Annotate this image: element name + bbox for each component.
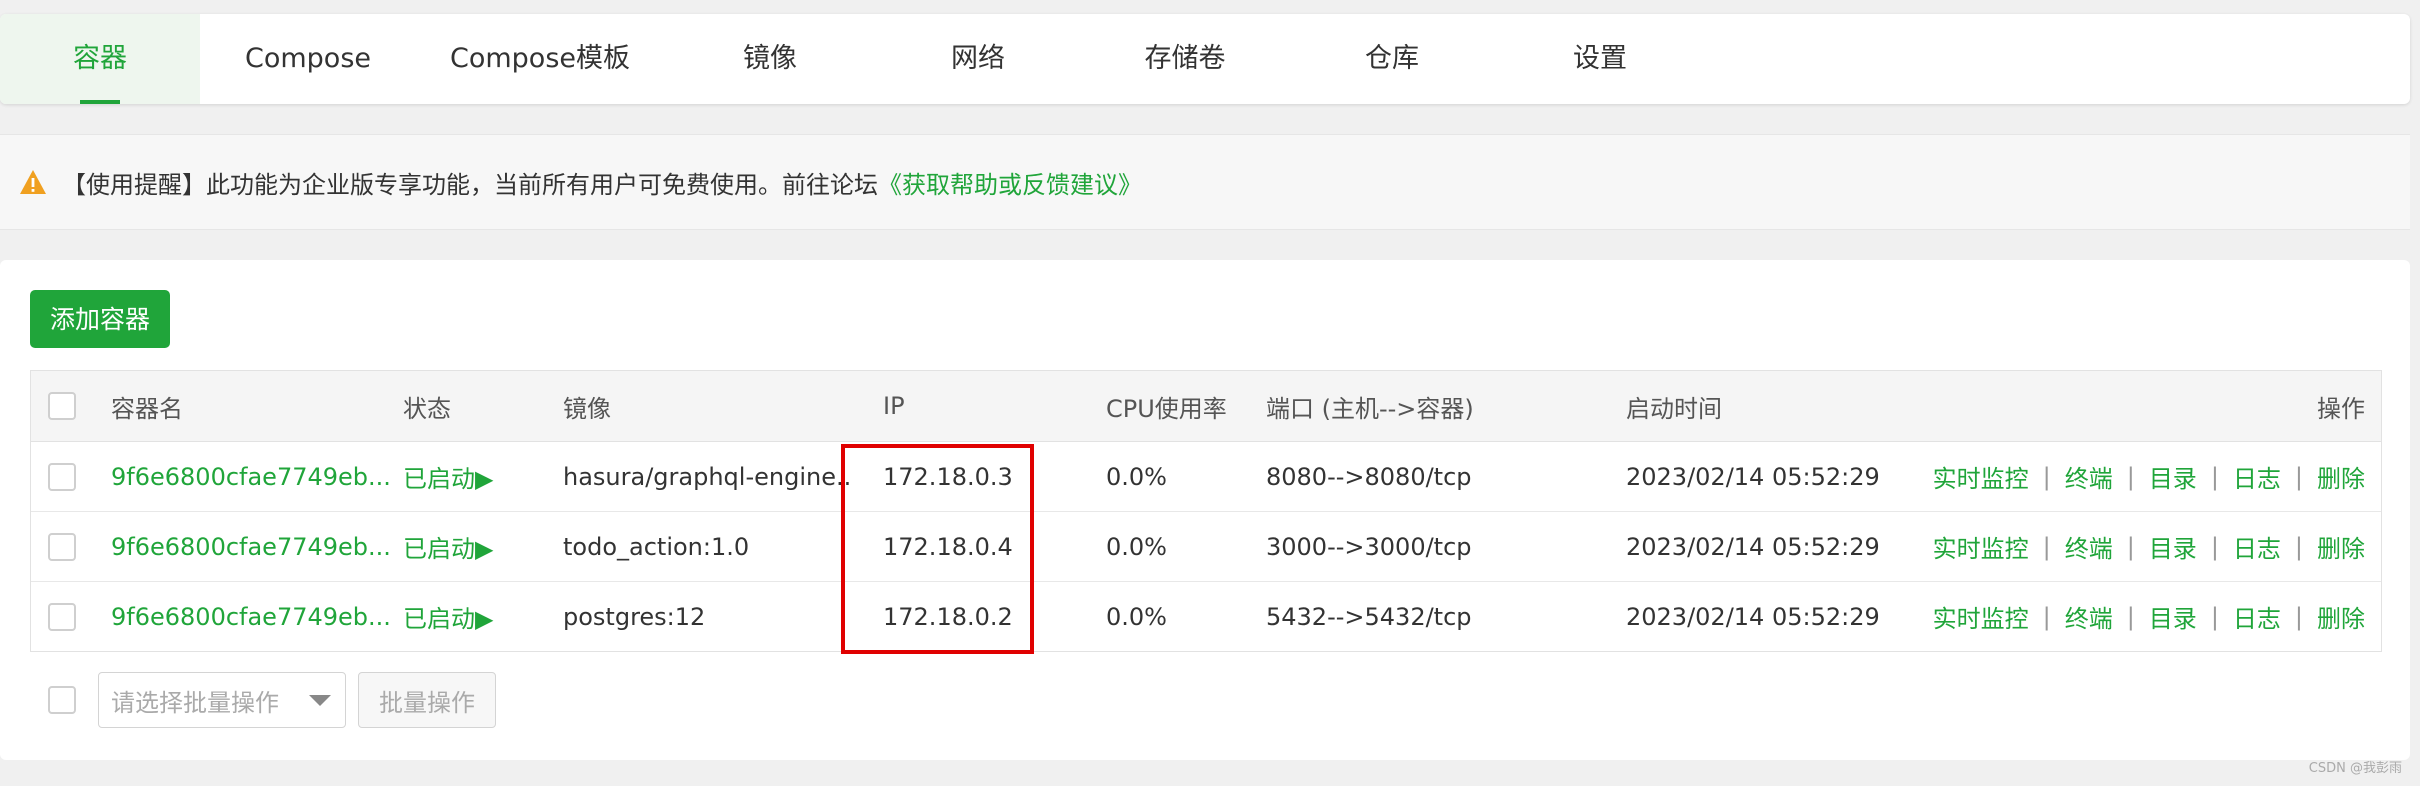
- start-time: 2023/02/14 05:52:29: [1626, 532, 1880, 561]
- caret-down-icon: [309, 695, 331, 706]
- tab-volumes[interactable]: 存储卷: [1085, 14, 1285, 104]
- batch-operations-bar: 请选择批量操作 批量操作: [30, 672, 830, 728]
- header-start-time: 启动时间: [1626, 394, 1722, 423]
- row-checkbox[interactable]: [48, 602, 76, 631]
- delete-link[interactable]: 删除: [2317, 529, 2365, 564]
- batch-operation-select[interactable]: 请选择批量操作: [98, 672, 346, 728]
- tab-registry[interactable]: 仓库: [1292, 14, 1492, 104]
- cpu-usage: 0.0%: [1106, 462, 1167, 491]
- op-separator: |: [2294, 462, 2303, 491]
- status-started[interactable]: 已启动▶: [403, 512, 493, 581]
- status-started[interactable]: 已启动▶: [403, 442, 493, 511]
- row-operations: 实时监控 | 终端 | 目录 | 日志 | 删除: [1933, 442, 2365, 511]
- select-all-checkbox[interactable]: [48, 392, 76, 420]
- terminal-link[interactable]: 终端: [2065, 599, 2113, 634]
- cpu-usage: 0.0%: [1106, 532, 1167, 561]
- container-name-link[interactable]: 9f6e6800cfae7749eb...: [111, 582, 391, 651]
- container-panel: 添加容器 容器名 状态 镜像 IP CPU使用率 端口 (主机-->容器) 启动…: [0, 260, 2410, 760]
- port-mapping: 3000-->3000/tcp: [1266, 532, 1472, 561]
- header-status: 状态: [403, 394, 451, 423]
- tab-compose[interactable]: Compose: [208, 14, 408, 104]
- cpu-usage: 0.0%: [1106, 602, 1167, 631]
- op-separator: |: [2210, 532, 2219, 561]
- image-name: todo_action:1.0: [563, 532, 750, 561]
- row-operations: 实时监控 | 终端 | 目录 | 日志 | 删除: [1933, 582, 2365, 651]
- directory-link[interactable]: 目录: [2149, 529, 2197, 564]
- op-separator: |: [2210, 602, 2219, 631]
- op-separator: |: [2042, 602, 2051, 631]
- op-separator: |: [2294, 602, 2303, 631]
- tab-bar: 容器 Compose Compose模板 镜像 网络 存储卷 仓库 设置: [0, 14, 2410, 104]
- watermark: CSDN @我彭雨: [2308, 761, 2402, 776]
- table-row: 9f6e6800cfae7749eb... 已启动▶ postgres:12 1…: [31, 582, 2381, 651]
- container-name-link[interactable]: 9f6e6800cfae7749eb...: [111, 512, 391, 581]
- header-operations: 操作: [2317, 394, 2365, 423]
- delete-link[interactable]: 删除: [2317, 599, 2365, 634]
- select-all-cell: [48, 371, 76, 441]
- header-name: 容器名: [111, 394, 183, 423]
- tab-networks[interactable]: 网络: [878, 14, 1078, 104]
- forum-help-link[interactable]: 《获取帮助或反馈建议》: [878, 165, 1142, 200]
- header-ip: IP: [883, 392, 905, 420]
- tab-containers[interactable]: 容器: [0, 14, 200, 104]
- table-row: 9f6e6800cfae7749eb... 已启动▶ todo_action:1…: [31, 512, 2381, 582]
- op-separator: |: [2042, 462, 2051, 491]
- header-ports: 端口 (主机-->容器): [1266, 394, 1474, 423]
- status-started[interactable]: 已启动▶: [403, 582, 493, 651]
- op-separator: |: [2294, 532, 2303, 561]
- row-checkbox[interactable]: [48, 532, 76, 561]
- row-select-cell: [48, 582, 76, 651]
- port-mapping: 8080-->8080/tcp: [1266, 462, 1472, 491]
- batch-operation-button[interactable]: 批量操作: [358, 672, 496, 728]
- terminal-link[interactable]: 终端: [2065, 459, 2113, 494]
- header-cpu: CPU使用率: [1106, 394, 1227, 423]
- delete-link[interactable]: 删除: [2317, 459, 2365, 494]
- port-mapping: 5432-->5432/tcp: [1266, 602, 1472, 631]
- table-row: 9f6e6800cfae7749eb... 已启动▶ hasura/graphq…: [31, 442, 2381, 512]
- start-time: 2023/02/14 05:52:29: [1626, 462, 1880, 491]
- op-separator: |: [2126, 602, 2135, 631]
- tab-compose-templates[interactable]: Compose模板: [430, 14, 650, 104]
- tab-images[interactable]: 镜像: [670, 14, 870, 104]
- row-operations: 实时监控 | 终端 | 目录 | 日志 | 删除: [1933, 512, 2365, 581]
- op-separator: |: [2042, 532, 2051, 561]
- row-select-cell: [48, 442, 76, 511]
- image-name: hasura/graphql-engine...: [563, 462, 853, 491]
- container-name-link[interactable]: 9f6e6800cfae7749eb...: [111, 442, 391, 511]
- batch-select-checkbox[interactable]: [48, 686, 76, 714]
- row-select-cell: [48, 512, 76, 581]
- warning-icon: [20, 170, 46, 194]
- logs-link[interactable]: 日志: [2233, 529, 2281, 564]
- batch-select-placeholder: 请选择批量操作: [111, 688, 279, 717]
- add-container-button[interactable]: 添加容器: [30, 290, 170, 348]
- container-table: 容器名 状态 镜像 IP CPU使用率 端口 (主机-->容器) 启动时间 操作…: [30, 370, 2382, 652]
- header-image: 镜像: [563, 394, 611, 423]
- logs-link[interactable]: 日志: [2233, 599, 2281, 634]
- table-header: 容器名 状态 镜像 IP CPU使用率 端口 (主机-->容器) 启动时间 操作: [31, 371, 2381, 442]
- row-checkbox[interactable]: [48, 462, 76, 491]
- usage-notice: 【使用提醒】此功能为企业版专享功能，当前所有用户可免费使用。前往论坛 《获取帮助…: [0, 134, 2410, 230]
- image-name: postgres:12: [563, 602, 706, 631]
- ip-address: 172.18.0.2: [883, 602, 1013, 631]
- op-separator: |: [2126, 462, 2135, 491]
- start-time: 2023/02/14 05:52:29: [1626, 602, 1880, 631]
- monitor-link[interactable]: 实时监控: [1933, 599, 2029, 634]
- monitor-link[interactable]: 实时监控: [1933, 529, 2029, 564]
- directory-link[interactable]: 目录: [2149, 599, 2197, 634]
- tab-settings[interactable]: 设置: [1500, 14, 1700, 104]
- logs-link[interactable]: 日志: [2233, 459, 2281, 494]
- terminal-link[interactable]: 终端: [2065, 529, 2113, 564]
- op-separator: |: [2210, 462, 2219, 491]
- monitor-link[interactable]: 实时监控: [1933, 459, 2029, 494]
- op-separator: |: [2126, 532, 2135, 561]
- ip-address: 172.18.0.4: [883, 532, 1013, 561]
- ip-address: 172.18.0.3: [883, 462, 1013, 491]
- notice-text: 【使用提醒】此功能为企业版专享功能，当前所有用户可免费使用。前往论坛: [62, 170, 878, 199]
- directory-link[interactable]: 目录: [2149, 459, 2197, 494]
